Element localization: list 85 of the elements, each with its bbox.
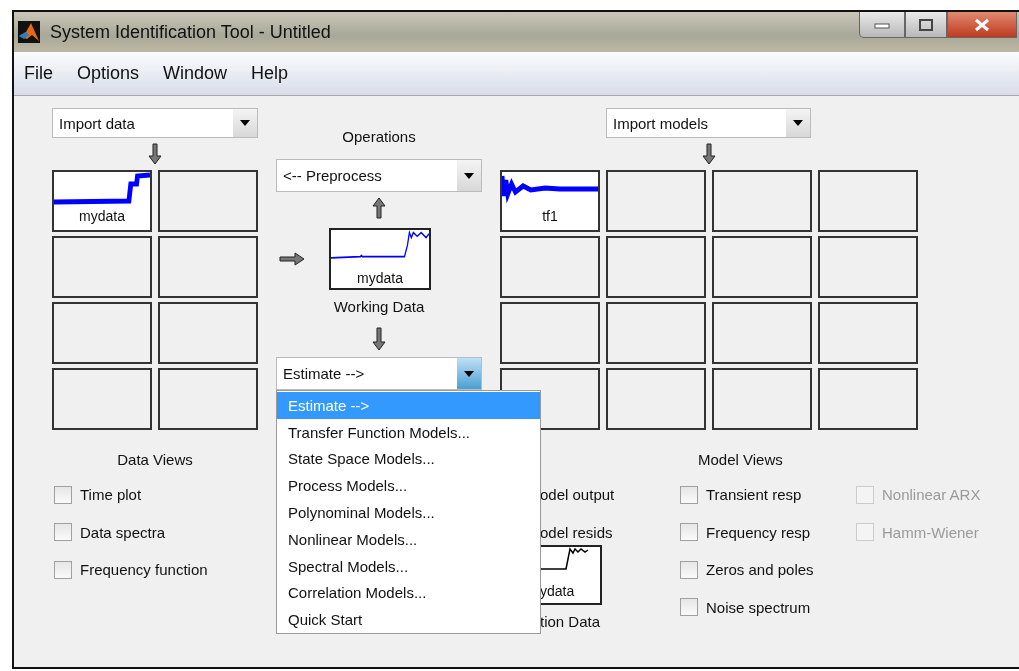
minimize-icon [874, 20, 890, 29]
app-logo-icon [18, 21, 40, 43]
preprocess-dropdown[interactable]: <-- Preprocess [276, 159, 482, 192]
checkbox[interactable] [54, 485, 72, 504]
down-arrow-icon [702, 143, 716, 165]
maximize-button[interactable] [905, 12, 947, 38]
checkbox[interactable] [680, 485, 698, 504]
model-board[interactable] [818, 302, 918, 364]
estimate-dropdown[interactable]: Estimate --> [276, 357, 482, 390]
menu-item[interactable]: Options [77, 63, 154, 84]
model-board[interactable] [818, 368, 918, 430]
checkbox-label: Noise spectrum [706, 598, 811, 616]
model-board[interactable] [606, 368, 706, 430]
model-board[interactable]: tf1 [500, 170, 600, 232]
menu-item[interactable]: Window [163, 63, 242, 84]
validation-data-label: tion Data [540, 613, 602, 630]
menu-option[interactable]: Nonlinear Models... [277, 526, 540, 553]
operations-label: Operations [342, 126, 416, 147]
checkbox-label: Data spectra [80, 523, 166, 541]
checkbox-label: Transient resp [706, 486, 802, 504]
checkbox-label: Hamm-Wiener [882, 523, 979, 541]
checkbox-label: odel output [540, 485, 616, 505]
working-data-label: Working Data [333, 298, 425, 315]
data-board[interactable]: mydata [52, 170, 152, 232]
model-board[interactable] [606, 236, 706, 298]
up-arrow-icon [372, 197, 386, 219]
board-label: tf1 [541, 207, 559, 226]
checkbox-label: Frequency resp [706, 523, 811, 541]
validation-data-board[interactable]: ydata [540, 545, 602, 605]
checkbox[interactable] [680, 598, 698, 617]
import-models-dropdown[interactable]: Import models [606, 108, 811, 138]
caret-icon [240, 120, 250, 126]
model-board[interactable] [712, 170, 812, 232]
model-board[interactable] [606, 170, 706, 232]
menu-option[interactable]: Correlation Models... [277, 579, 540, 607]
checkbox-label: Nonlinear ARX [882, 486, 981, 504]
caret-icon [793, 120, 803, 126]
maximize-icon [919, 18, 933, 31]
model-board[interactable] [818, 170, 918, 232]
model-board[interactable] [500, 302, 600, 364]
model-views-label: Model Views [697, 450, 784, 470]
checkbox[interactable] [54, 523, 72, 542]
menu-option[interactable]: Transfer Function Models... [277, 418, 540, 446]
board-label: mydata [78, 207, 126, 226]
menu-item[interactable]: Help [251, 63, 303, 84]
working-data-board[interactable]: mydata [329, 228, 431, 290]
close-button[interactable] [947, 12, 1017, 38]
menu-item[interactable]: File [24, 63, 67, 84]
caret-icon [464, 172, 474, 179]
down-arrow-icon [148, 143, 162, 165]
board-label: ydata [540, 582, 576, 601]
model-board[interactable] [500, 236, 600, 298]
data-board[interactable] [52, 368, 152, 430]
menu-option[interactable]: Polynominal Models... [277, 499, 540, 526]
checkbox-label: Zeros and poles [706, 561, 814, 579]
data-board[interactable] [158, 170, 258, 232]
data-board[interactable] [158, 368, 258, 430]
right-arrow-icon [279, 252, 305, 266]
data-views-label: Data Views [116, 450, 194, 470]
data-board[interactable] [158, 236, 258, 298]
data-board[interactable] [52, 236, 152, 298]
checkbox[interactable] [54, 560, 72, 579]
menu-option[interactable]: Quick Start [277, 606, 540, 634]
model-board[interactable] [818, 236, 918, 298]
checkbox-label: Frequency function [80, 561, 208, 579]
checkbox-label: Time plot [80, 486, 142, 504]
minimize-button[interactable] [859, 12, 905, 38]
down-arrow-icon [372, 327, 386, 351]
model-board[interactable] [712, 368, 812, 430]
checkbox[interactable] [680, 523, 698, 542]
caret-icon [464, 370, 474, 377]
checkbox-label: odel resids [540, 522, 614, 543]
model-board[interactable] [606, 302, 706, 364]
menu-option[interactable]: Process Models... [277, 472, 540, 500]
window-title: System Identification Tool - Untitled [50, 21, 331, 43]
menu-option[interactable]: Spectral Models... [277, 552, 540, 580]
import-data-dropdown[interactable]: Import data [52, 108, 258, 138]
board-label: mydata [356, 269, 404, 288]
menu-option[interactable]: State Space Models... [277, 445, 540, 473]
close-icon [974, 17, 990, 32]
model-board[interactable] [712, 236, 812, 298]
data-board[interactable] [52, 302, 152, 364]
model-board[interactable] [712, 302, 812, 364]
checkbox[interactable] [680, 560, 698, 579]
data-board[interactable] [158, 302, 258, 364]
